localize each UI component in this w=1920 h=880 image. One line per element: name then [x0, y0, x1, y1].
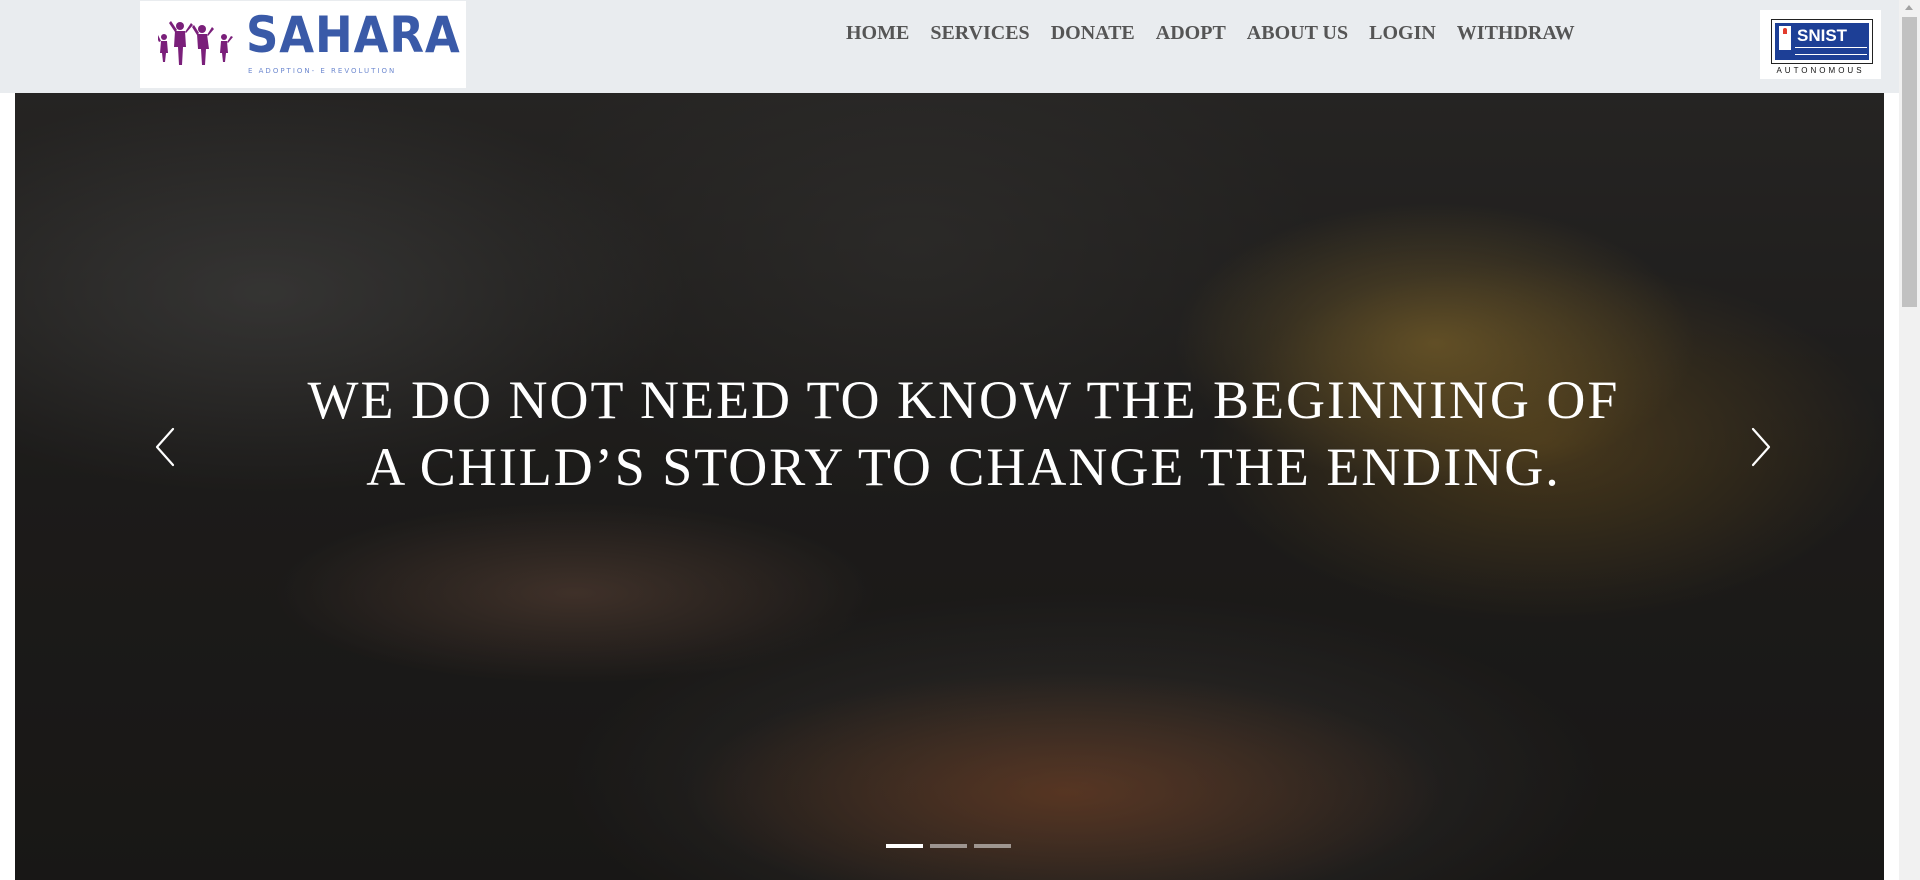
nav-adopt[interactable]: ADOPT — [1156, 20, 1226, 46]
brand-tagline: E ADOPTION- E REVOLUTION — [248, 67, 397, 75]
snist-logo[interactable]: SNIST AUTONOMOUS — [1760, 10, 1881, 79]
page-scrollbar[interactable] — [1899, 0, 1920, 880]
snist-badge-panel: SNIST — [1775, 23, 1869, 60]
chevron-left-icon — [155, 427, 175, 467]
torch-icon — [1779, 26, 1791, 50]
brand-name: SAHARA — [246, 6, 461, 64]
carousel-next-button[interactable] — [1731, 413, 1791, 473]
family-figures-icon — [158, 21, 233, 65]
partner-name: SNIST — [1797, 26, 1848, 45]
main-nav: HOME SERVICES DONATE ADOPT ABOUT US LOGI… — [846, 20, 1575, 46]
nav-services[interactable]: SERVICES — [930, 20, 1029, 46]
partner-status: AUTONOMOUS — [1776, 66, 1865, 75]
nav-home[interactable]: HOME — [846, 20, 909, 46]
carousel-indicator-3[interactable] — [974, 844, 1011, 848]
snist-badge: SNIST — [1771, 19, 1873, 64]
sahara-logo[interactable]: SAHARA E ADOPTION- E REVOLUTION — [140, 1, 466, 88]
scrollbar-thumb[interactable] — [1902, 17, 1917, 307]
nav-withdraw[interactable]: WITHDRAW — [1457, 20, 1575, 46]
hero-caption: WE DO NOT NEED TO KNOW THE BEGINNING OF … — [307, 370, 1620, 497]
hero-carousel: WE DO NOT NEED TO KNOW THE BEGINNING OF … — [15, 93, 1884, 880]
carousel-indicators — [886, 844, 1011, 848]
carousel-indicator-2[interactable] — [930, 844, 967, 848]
nav-about-us[interactable]: ABOUT US — [1247, 20, 1348, 46]
scroll-up-arrow-icon[interactable] — [1905, 5, 1913, 10]
nav-donate[interactable]: DONATE — [1051, 20, 1135, 46]
carousel-prev-button[interactable] — [135, 413, 195, 473]
top-navbar: SAHARA E ADOPTION- E REVOLUTION HOME SER… — [0, 0, 1920, 93]
partner-subtitle-lines — [1795, 47, 1867, 55]
carousel-indicator-1[interactable] — [886, 844, 923, 848]
nav-login[interactable]: LOGIN — [1369, 20, 1436, 46]
chevron-right-icon — [1751, 427, 1771, 467]
